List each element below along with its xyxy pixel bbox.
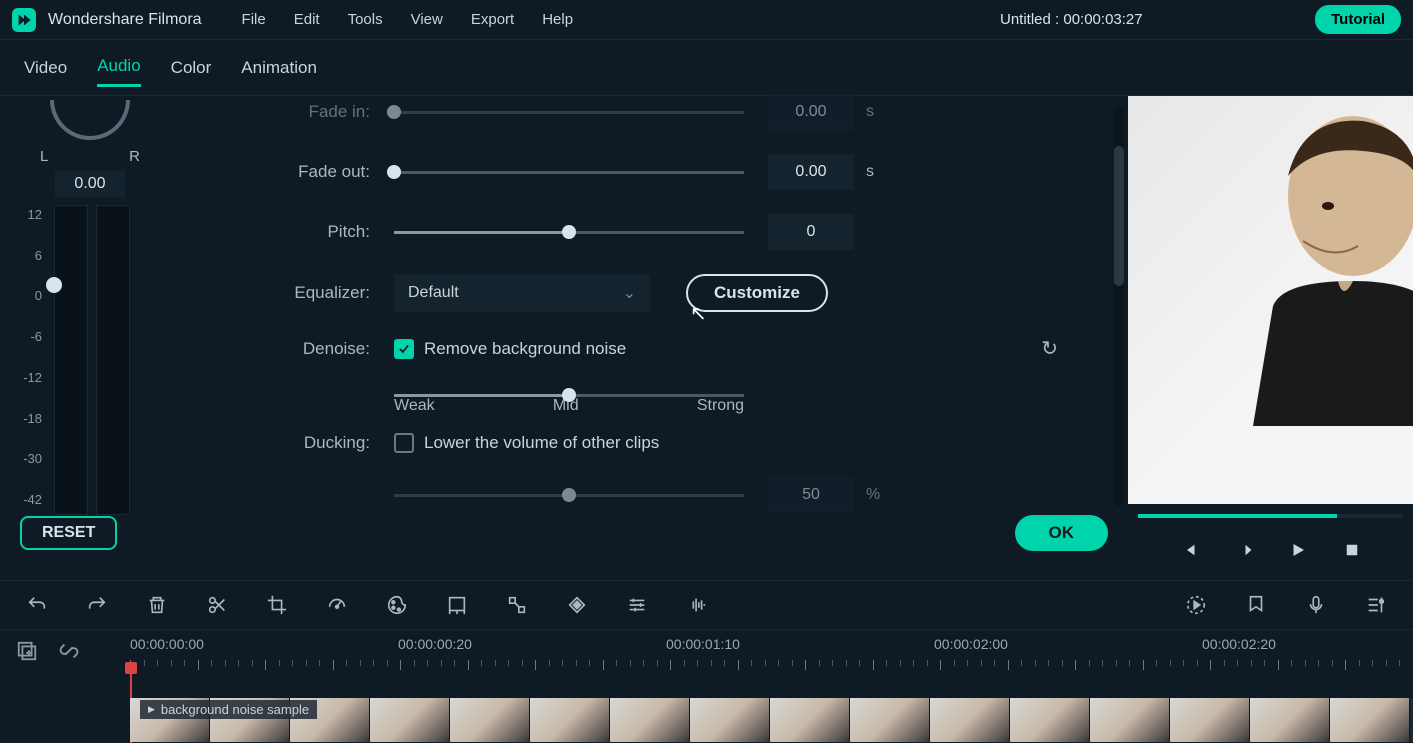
color-button[interactable] <box>384 592 410 618</box>
tab-color[interactable]: Color <box>171 50 212 86</box>
voiceover-button[interactable] <box>1303 592 1329 618</box>
split-button[interactable] <box>204 592 230 618</box>
app-logo <box>12 8 36 32</box>
tutorial-button[interactable]: Tutorial <box>1315 5 1401 34</box>
vu-bars <box>48 205 172 515</box>
denoise-checkbox[interactable] <box>394 339 414 359</box>
denoise-strength-slider[interactable] <box>394 385 744 405</box>
marker-button[interactable] <box>1243 592 1269 618</box>
vu-bar-right <box>96 205 130 515</box>
audio-sync-button[interactable] <box>684 592 710 618</box>
menu-view[interactable]: View <box>411 11 443 28</box>
pitch-label: Pitch: <box>240 222 370 242</box>
menu-export[interactable]: Export <box>471 11 514 28</box>
render-button[interactable] <box>1183 592 1209 618</box>
fade-out-slider[interactable] <box>394 162 744 182</box>
pitch-slider[interactable] <box>394 222 744 242</box>
app-name: Wondershare Filmora <box>48 11 202 29</box>
play-button[interactable] <box>1286 538 1310 562</box>
balance-dial[interactable] <box>50 100 130 140</box>
fade-in-label: Fade in: <box>240 102 370 122</box>
ducking-checkbox[interactable] <box>394 433 414 453</box>
timeline-video-track[interactable] <box>130 698 1413 742</box>
timeline: 00:00:00:00 00:00:00:20 00:00:01:10 00:0… <box>0 630 1413 743</box>
menu-tools[interactable]: Tools <box>348 11 383 28</box>
menu-help[interactable]: Help <box>542 11 573 28</box>
play-pause-step-button[interactable] <box>1232 538 1256 562</box>
balance-right-label: R <box>129 148 140 165</box>
balance-left-label: L <box>40 148 48 165</box>
preview-viewport[interactable] <box>1128 96 1413 504</box>
crop-button[interactable] <box>264 592 290 618</box>
pitch-value[interactable]: 0 <box>768 214 854 250</box>
fade-in-unit: s <box>866 103 874 121</box>
preview-person-graphic <box>1243 106 1413 426</box>
timeline-toolbar <box>0 580 1413 630</box>
menu-edit[interactable]: Edit <box>294 11 320 28</box>
vu-meter: 12 6 0 -6 -12 -18 -30 -42 <box>8 205 172 515</box>
tab-animation[interactable]: Animation <box>241 50 317 86</box>
redo-button[interactable] <box>84 592 110 618</box>
speed-button[interactable] <box>324 592 350 618</box>
tab-audio[interactable]: Audio <box>97 48 140 87</box>
stop-button[interactable] <box>1340 538 1364 562</box>
denoise-checkbox-label: Remove background noise <box>424 339 626 359</box>
ducking-label: Ducking: <box>240 433 370 453</box>
ducking-checkbox-label: Lower the volume of other clips <box>424 433 659 453</box>
volume-slider-thumb[interactable] <box>46 277 62 293</box>
balance-value[interactable]: 0.00 <box>55 171 125 197</box>
main-area: L R 0.00 12 6 0 -6 -12 -18 -30 -42 <box>0 96 1413 580</box>
settings-buttons: RESET OK <box>0 505 1128 561</box>
audio-settings-panel: Fade in: 0.00 s Fade out: 0.00 s Pitch: … <box>180 96 1128 580</box>
undo-button[interactable] <box>24 592 50 618</box>
tab-video[interactable]: Video <box>24 50 67 86</box>
green-screen-button[interactable] <box>444 592 470 618</box>
fade-in-value[interactable]: 0.00 <box>768 94 854 130</box>
add-track-icon[interactable] <box>16 640 38 667</box>
project-title: Untitled : 00:00:03:27 <box>1000 11 1143 28</box>
menu-bar: File Edit Tools View Export Help <box>242 11 574 28</box>
property-tabs: Video Audio Color Animation <box>0 40 1413 96</box>
keyframe-button[interactable] <box>564 592 590 618</box>
delete-button[interactable] <box>144 592 170 618</box>
preview-progress-bar[interactable] <box>1138 514 1403 518</box>
prev-frame-button[interactable] <box>1178 538 1202 562</box>
fade-out-value[interactable]: 0.00 <box>768 154 854 190</box>
ducking-slider[interactable] <box>394 485 744 505</box>
equalizer-selected: Default <box>408 284 459 302</box>
vu-scale: 12 6 0 -6 -12 -18 -30 -42 <box>8 205 48 515</box>
detach-button[interactable] <box>504 592 530 618</box>
ok-button[interactable]: OK <box>1015 515 1109 551</box>
settings-scrollbar[interactable] <box>1114 106 1124 506</box>
fade-in-slider[interactable] <box>394 102 744 122</box>
top-menu-bar: Wondershare Filmora File Edit Tools View… <box>0 0 1413 40</box>
equalizer-label: Equalizer: <box>240 283 370 303</box>
mixer-button[interactable] <box>1363 592 1389 618</box>
ducking-unit: % <box>866 486 880 504</box>
vu-bar-left <box>54 205 88 515</box>
denoise-label: Denoise: <box>240 339 370 359</box>
preview-panel <box>1128 96 1413 580</box>
link-icon[interactable] <box>58 640 80 667</box>
menu-file[interactable]: File <box>242 11 266 28</box>
chevron-down-icon: ⌄ <box>623 283 636 303</box>
reset-denoise-icon[interactable]: ↻ <box>1041 336 1058 361</box>
balance-lr-labels: L R <box>40 148 140 165</box>
fade-out-unit: s <box>866 163 874 181</box>
reset-button[interactable]: RESET <box>20 516 117 550</box>
clip-label: background noise sample <box>140 700 317 719</box>
fade-out-label: Fade out: <box>240 162 370 182</box>
customize-button[interactable]: Customize <box>686 274 828 312</box>
equalizer-select[interactable]: Default ⌄ <box>394 274 650 312</box>
adjust-button[interactable] <box>624 592 650 618</box>
preview-controls <box>1128 524 1413 580</box>
timeline-ticks <box>130 660 1413 670</box>
